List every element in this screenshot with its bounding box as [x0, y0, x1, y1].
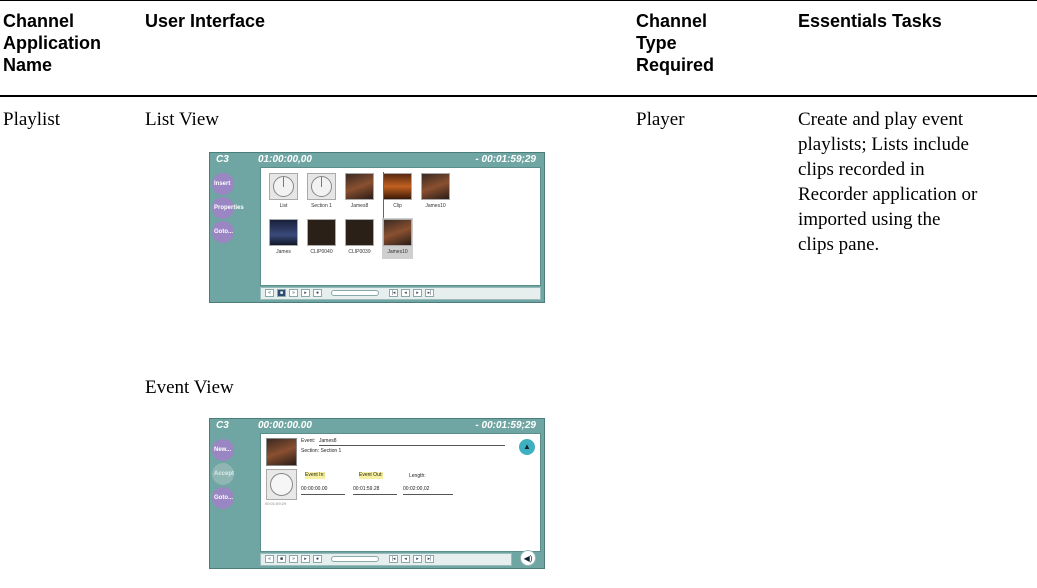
dial-icon	[273, 176, 294, 197]
skip-back-icon[interactable]: |◂	[389, 289, 398, 297]
event-editor: Event: James8 Section: Section 1 ▲ 00:01…	[260, 433, 541, 552]
timecode: 01:00:00,00	[258, 154, 312, 165]
header-essentials-tasks: Essentials Tasks	[798, 11, 942, 31]
thumbnail-clip[interactable]: James8	[344, 172, 375, 213]
properties-button[interactable]: Properties	[212, 197, 244, 219]
transport-bar: « ■ » ▸ ● |◂ ◂ ▸ ▸|	[260, 287, 541, 300]
thumbnail-clip-selected[interactable]: James10	[382, 218, 413, 259]
dial-time: 00:01:59;29	[265, 501, 287, 506]
thumbnail-section[interactable]: Section 1	[306, 172, 337, 213]
event-out-underline	[353, 494, 397, 495]
fast-forward-icon[interactable]: »	[289, 289, 298, 297]
remaining-timecode: - 00:01:59;29	[475, 154, 536, 165]
remaining-timecode: - 00:01:59;29	[475, 420, 536, 431]
thumbnail-list[interactable]: List	[268, 172, 299, 213]
channel-label: C3	[216, 420, 229, 431]
eject-icon[interactable]: ▲	[519, 439, 535, 455]
event-in-value[interactable]: 00:00:00.00	[301, 486, 327, 493]
table-top-rule	[0, 0, 1037, 1]
event-dial	[266, 469, 297, 500]
list-view-titlebar: C3 01:00:00,00 - 00:01:59;29	[210, 153, 544, 167]
event-thumbnail	[266, 438, 297, 466]
event-label: Event:	[301, 438, 316, 444]
stop-icon[interactable]: ■	[277, 289, 286, 297]
play-icon[interactable]: ▸	[301, 289, 310, 297]
length-underline	[403, 494, 453, 495]
event-name-underline	[319, 445, 505, 446]
thumbnail-clip[interactable]: CLIP0040	[306, 218, 337, 259]
thumbnail-clip[interactable]: CLIP0039	[344, 218, 375, 259]
event-out-value[interactable]: 00:01:59.28	[353, 486, 379, 493]
cell-app-name: Playlist	[3, 109, 61, 130]
length-value[interactable]: 00:02:00,02	[403, 486, 429, 493]
step-forward-icon[interactable]: ▸	[413, 555, 422, 563]
record-icon[interactable]: ●	[313, 555, 322, 563]
event-view-screenshot: C3 00:00:00.00 - 00:01:59;29 New... Acce…	[209, 418, 545, 569]
goto-button[interactable]: Goto...	[212, 487, 234, 509]
dial-icon	[270, 473, 293, 496]
event-in-label: Event In:	[305, 472, 325, 479]
jog-slider[interactable]	[331, 290, 379, 296]
channel-label: C3	[216, 154, 229, 165]
thumbnail-clip[interactable]: James10	[420, 172, 451, 213]
event-view-titlebar: C3 00:00:00.00 - 00:01:59;29	[210, 419, 544, 433]
header-channel-application-name: Channel Application Name	[3, 11, 101, 75]
header-channel-type-required: Channel Type Required	[636, 11, 715, 75]
audio-icon[interactable]: ◀)	[520, 550, 536, 566]
event-name[interactable]: James8	[319, 438, 337, 445]
record-icon[interactable]: ●	[313, 289, 322, 297]
clip-grid: List Section 1 James8 Clip James10 James…	[260, 167, 541, 286]
insert-button[interactable]: Insert	[212, 173, 234, 195]
new-button[interactable]: New...	[212, 439, 234, 461]
event-out-label: Event Out:	[359, 472, 383, 479]
rewind-icon[interactable]: «	[265, 289, 274, 297]
length-label: Length:	[409, 473, 426, 479]
fast-forward-icon[interactable]: »	[289, 555, 298, 563]
skip-forward-icon[interactable]: ▸|	[425, 555, 434, 563]
list-view-screenshot: C3 01:00:00,00 - 00:01:59;29 Insert Prop…	[209, 152, 545, 303]
stop-icon[interactable]: ■	[277, 555, 286, 563]
transport-bar: « ■ » ▸ ● |◂ ◂ ▸ ▸|	[260, 553, 512, 566]
accept-button[interactable]: Accept	[212, 463, 234, 485]
step-back-icon[interactable]: ◂	[401, 555, 410, 563]
thumbnail-clip[interactable]: James	[268, 218, 299, 259]
step-back-icon[interactable]: ◂	[401, 289, 410, 297]
timecode: 00:00:00.00	[258, 420, 312, 431]
header-bottom-rule	[0, 95, 1037, 97]
section-text: Section: Section 1	[301, 448, 342, 454]
skip-back-icon[interactable]: |◂	[389, 555, 398, 563]
cell-channel-type: Player	[636, 109, 685, 130]
event-in-underline	[301, 494, 345, 495]
skip-forward-icon[interactable]: ▸|	[425, 289, 434, 297]
goto-button[interactable]: Goto...	[212, 221, 234, 243]
play-icon[interactable]: ▸	[301, 555, 310, 563]
step-forward-icon[interactable]: ▸	[413, 289, 422, 297]
cell-event-view-label: Event View	[145, 377, 234, 398]
thumbnail-clip[interactable]: Clip	[382, 172, 413, 213]
cell-list-view-label: List View	[145, 109, 219, 130]
dial-icon	[311, 176, 332, 197]
rewind-icon[interactable]: «	[265, 555, 274, 563]
jog-slider[interactable]	[331, 556, 379, 562]
header-user-interface: User Interface	[145, 11, 266, 31]
cell-essentials-tasks: Create and play event playlists; Lists i…	[798, 109, 978, 255]
